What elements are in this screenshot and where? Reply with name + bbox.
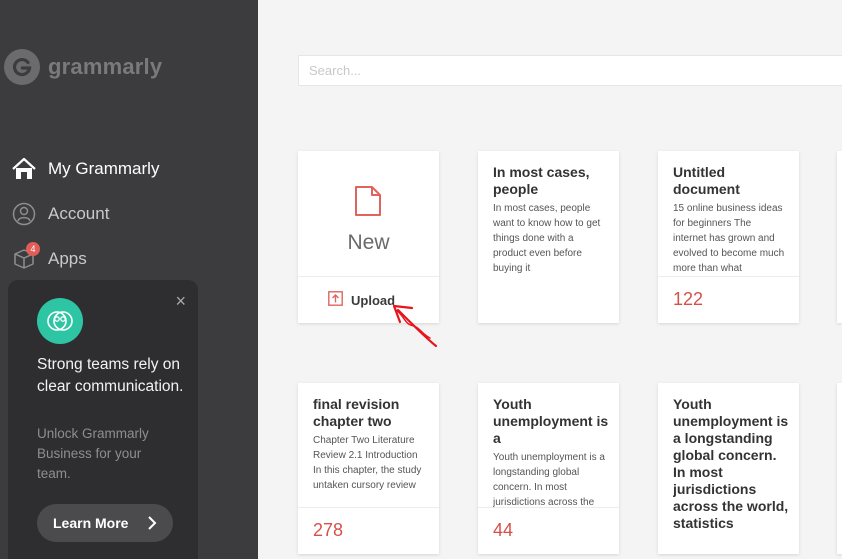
- brand-name: grammarly: [48, 54, 163, 79]
- upload-button[interactable]: Upload: [328, 291, 395, 309]
- new-label: New: [347, 231, 390, 254]
- document-preview: 15 online business ideas for beginners T…: [673, 203, 785, 274]
- document-card[interactable]: Youth unemployment is a longstanding glo…: [658, 383, 799, 554]
- team-icon: [37, 298, 83, 344]
- sidebar-item-label: Account: [48, 204, 110, 223]
- document-card[interactable]: Untitled document 15 online business ide…: [658, 151, 799, 323]
- business-promo-card: × Strong teams rely on clear communicati…: [8, 280, 198, 559]
- issue-count: 278: [313, 520, 344, 540]
- learn-more-button[interactable]: Learn More: [37, 504, 173, 542]
- document-title: final revision chapter two: [313, 396, 400, 429]
- upload-label: Upload: [351, 292, 396, 308]
- document-card-partial[interactable]: [837, 151, 842, 323]
- promo-title: Strong teams rely on clear communication…: [37, 356, 184, 395]
- grammarly-g-icon: [4, 49, 40, 85]
- document-preview: Chapter Two Literature Review 2.1 Introd…: [313, 435, 422, 491]
- sidebar-item-my-grammarly[interactable]: My Grammarly: [10, 155, 159, 183]
- document-card[interactable]: Youth unemployment is a Youth unemployme…: [478, 383, 619, 554]
- sidebar-item-apps[interactable]: 4 Apps: [10, 242, 87, 273]
- document-card[interactable]: final revision chapter two Chapter Two L…: [298, 383, 439, 554]
- issue-count: 122: [673, 289, 704, 309]
- search-input[interactable]: [298, 55, 842, 86]
- grammarly-logo[interactable]: grammarly: [4, 49, 162, 85]
- new-document-card[interactable]: New Upload: [298, 151, 439, 323]
- promo-subtitle: Unlock Grammarly Business for your team.: [37, 426, 149, 481]
- document-title: Youth unemployment is a longstanding glo…: [673, 396, 789, 531]
- document-footer: 278: [298, 507, 439, 553]
- close-icon[interactable]: ×: [175, 292, 186, 310]
- home-icon: [10, 155, 38, 183]
- apps-badge: 4: [26, 242, 40, 256]
- document-footer: 44: [478, 507, 619, 553]
- new-document-icon: [354, 185, 382, 222]
- sidebar-item-label: My Grammarly: [48, 159, 160, 178]
- issue-count: 44: [493, 520, 514, 540]
- document-title: In most cases, people: [493, 164, 590, 197]
- document-card[interactable]: In most cases, people In most cases, peo…: [478, 151, 619, 323]
- sidebar: grammarly My Grammarly Account 4 Apps × …: [0, 0, 258, 559]
- document-title: Youth unemployment is a: [493, 396, 609, 446]
- sidebar-item-label: Apps: [48, 249, 87, 268]
- learn-more-label: Learn More: [53, 515, 129, 531]
- upload-footer: Upload: [298, 276, 439, 322]
- document-footer: 122: [658, 276, 799, 322]
- user-icon: [10, 200, 38, 228]
- upload-icon: [328, 291, 343, 309]
- document-preview: In most cases, people want to know how t…: [493, 203, 601, 274]
- document-preview: Youth unemployment is a longstanding glo…: [493, 452, 605, 507]
- sidebar-item-account[interactable]: Account: [10, 200, 109, 228]
- box-icon: 4: [10, 242, 40, 273]
- document-title: Untitled document: [673, 164, 740, 197]
- chevron-right-icon: [147, 515, 157, 534]
- document-card-partial[interactable]: [837, 383, 842, 554]
